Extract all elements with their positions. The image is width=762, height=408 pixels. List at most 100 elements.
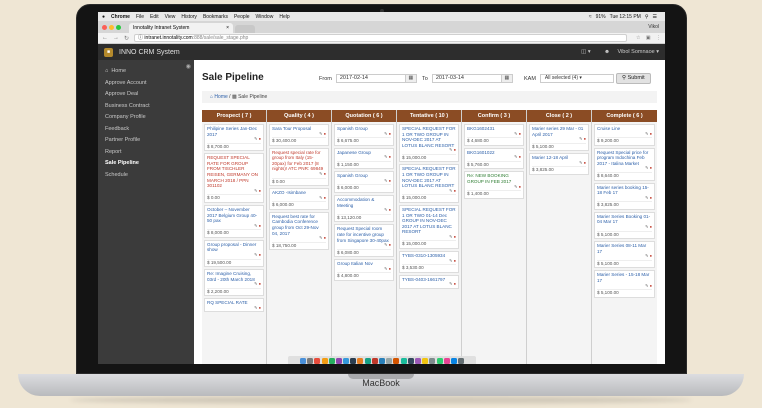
clock[interactable]: Tue 12:15 PM (610, 14, 641, 20)
extension-icon[interactable]: ▣ (646, 35, 651, 41)
delete-icon[interactable]: ● (259, 223, 261, 228)
deal-title-link[interactable]: SPECIAL REQUEST FOR 1 OR TWO GROUP IN NO… (402, 166, 456, 188)
deal-card[interactable]: BKG1602431 ✎ ● $ 4,680.00 (464, 124, 524, 146)
delete-icon[interactable]: ● (259, 252, 261, 257)
menubar-item-view[interactable]: View (165, 14, 176, 20)
delete-icon[interactable]: ● (259, 136, 261, 141)
menu-kebab-icon[interactable]: ⋮ (656, 35, 661, 41)
monitor-icon[interactable]: ◫ ▾ (581, 49, 591, 55)
deal-title-link[interactable]: October – November 2017 Belgium Group 40… (207, 207, 261, 224)
edit-icon[interactable]: ✎ (319, 195, 322, 200)
menubar-item-file[interactable]: File (136, 14, 144, 20)
deal-card[interactable]: Re: Imagine Cruising, 03rd - 20th March … (204, 269, 264, 297)
edit-icon[interactable]: ✎ (645, 165, 648, 171)
reload-icon[interactable]: ↻ (124, 35, 129, 42)
deal-card[interactable]: Request special rate for group from Ital… (269, 147, 329, 187)
delete-icon[interactable]: ● (650, 253, 652, 259)
edit-icon[interactable]: ✎ (449, 258, 452, 263)
sidebar-collapse-icon[interactable]: ◉ (186, 63, 191, 70)
spotlight-search-icon[interactable]: ⚲ (645, 14, 649, 20)
deal-title-link[interactable]: Re: Imagine Cruising, 03rd - 20th March … (207, 271, 261, 282)
dock-app-icon[interactable] (335, 357, 342, 364)
sidebar-item-schedule[interactable]: Schedule (98, 170, 194, 182)
user-menu[interactable]: ☻ Vibol Somnaoe ▾ (598, 49, 659, 55)
deal-card[interactable]: October – November 2017 Belgium Group 40… (204, 204, 264, 238)
dock-app-icon[interactable] (343, 357, 350, 364)
deal-card[interactable]: Marier Series Booking 01-04 Mar 17 ✎ ● $ 5… (594, 211, 655, 240)
deal-card[interactable]: Group Italian Nov ✎ ● $ 4,800.00 (334, 259, 394, 281)
dock-app-icon[interactable] (357, 357, 364, 364)
apple-icon[interactable]: ● (102, 14, 105, 20)
calendar-icon[interactable]: ▦ (501, 74, 513, 83)
edit-icon[interactable]: ✎ (579, 160, 582, 165)
sidebar-item-home[interactable]: ⌂ Home (98, 66, 194, 78)
delete-icon[interactable]: ● (259, 305, 261, 310)
deal-card[interactable]: Sara Tour Proposal ✎ ● $ 30,400.00 (269, 124, 329, 146)
deal-card[interactable]: Marier Series 08-11 Mar 17 ✎ ● $ 5,100.00 (594, 241, 655, 269)
sidebar-item-company-profile[interactable]: Company Profile (98, 112, 194, 124)
dock-app-icon[interactable] (386, 357, 393, 364)
deal-title-link[interactable]: Request Special price for program Indoch… (597, 150, 652, 167)
edit-icon[interactable]: ✎ (449, 147, 452, 153)
deal-title-link[interactable]: Marier series booking 15-18 Feb 17 (597, 185, 652, 196)
deal-card[interactable]: SPECIAL REQUEST FOR 1 OR TWO 01-14 Dec G… (399, 204, 459, 249)
calendar-icon[interactable]: ▦ (405, 74, 417, 83)
dock-app-icon[interactable] (407, 357, 414, 364)
deal-title-link[interactable]: Request best rate for Cambodia Conferenc… (272, 214, 326, 236)
delete-icon[interactable]: ● (650, 224, 652, 229)
edit-icon[interactable]: ✎ (645, 131, 648, 136)
edit-icon[interactable]: ✎ (319, 235, 322, 240)
deal-card[interactable]: BKG1601022 ✎ ● $ 5,760.00 (464, 147, 524, 170)
edit-icon[interactable]: ✎ (514, 131, 517, 136)
deal-card[interactable]: Cruise Line ✎ ● $ 9,200.00 (594, 124, 655, 146)
menubar-item-history[interactable]: History (181, 14, 197, 20)
edit-icon[interactable]: ✎ (514, 154, 517, 160)
deal-card[interactable]: AKZO -Isimbane ✎ ● $ 6,000.00 (269, 188, 329, 210)
sidebar-item-feedback[interactable]: Feedback (98, 124, 194, 136)
sidebar-item-partner-profile[interactable]: Partner Profile (98, 135, 194, 147)
deal-card[interactable]: Philipine Series Jan-Dec 2017 ✎ ● $ 8,700.… (204, 124, 264, 152)
notification-list-icon[interactable]: ☰ (653, 14, 657, 20)
edit-icon[interactable]: ✎ (645, 253, 648, 259)
delete-icon[interactable]: ● (519, 131, 521, 136)
deal-title-link[interactable]: Marier Series Booking 01-04 Mar 17 (597, 214, 652, 225)
deal-title-link[interactable]: Marier series 29 Mar - 01 April 2017 (532, 126, 586, 137)
sidebar-item-report[interactable]: Report (98, 147, 194, 159)
deal-card[interactable]: Marier series 29 Mar - 01 April 2017 ✎ ● $… (529, 124, 589, 152)
dock-app-icon[interactable] (436, 357, 443, 364)
edit-icon[interactable]: ✎ (384, 131, 387, 136)
edit-icon[interactable]: ✎ (384, 154, 387, 160)
delete-icon[interactable]: ● (324, 195, 326, 200)
menubar-item-window[interactable]: Window (256, 14, 274, 20)
edit-icon[interactable]: ✎ (645, 224, 648, 229)
deal-title-link[interactable]: SPECIAL REQUEST FOR 1 OR TWO GROUP IN NO… (402, 126, 456, 148)
deal-card[interactable]: RQ SPECIAL RATE ✎ ● (204, 298, 264, 313)
edit-icon[interactable]: ✎ (254, 305, 257, 310)
dock-app-icon[interactable] (328, 357, 335, 364)
edit-icon[interactable]: ✎ (254, 223, 257, 228)
menubar-item-help[interactable]: Help (279, 14, 289, 20)
deal-card[interactable]: Japanese Group ✎ ● $ 1,150.00 (334, 147, 394, 170)
dock-app-icon[interactable] (429, 357, 436, 364)
dock-app-icon[interactable] (321, 357, 328, 364)
dock-app-icon[interactable] (400, 357, 407, 364)
menubar-app-name[interactable]: Chrome (111, 14, 130, 20)
edit-icon[interactable]: ✎ (449, 188, 452, 193)
delete-icon[interactable]: ● (259, 281, 261, 287)
delete-icon[interactable]: ● (389, 154, 391, 160)
deal-card[interactable]: Marier 12-18 April ✎ ● $ 3,825.00 (529, 153, 589, 175)
delete-icon[interactable]: ● (324, 171, 326, 176)
deal-card[interactable]: TYBS-0403-1661797 ✎ ● (399, 274, 459, 289)
dock-app-icon[interactable] (414, 357, 421, 364)
breadcrumb-home[interactable]: ⌂ Home (210, 94, 228, 100)
delete-icon[interactable]: ● (650, 165, 652, 171)
deal-title-link[interactable]: Accommodation & Meeting (337, 197, 391, 208)
deal-title-link[interactable]: Request special rate for group from Ital… (272, 150, 326, 172)
menubar-item-bookmarks[interactable]: Bookmarks (203, 14, 228, 20)
dock-app-icon[interactable] (350, 357, 357, 364)
deal-title-link[interactable]: Philipine Series Jan-Dec 2017 (207, 126, 261, 137)
app-brand[interactable]: INNO CRM System (119, 49, 180, 56)
minimize-window-button[interactable] (109, 24, 114, 30)
delete-icon[interactable]: ● (584, 136, 586, 141)
deal-card[interactable]: Marier Series - 15-18 Mar 17 ✎ ● $ 5,100.0… (594, 270, 655, 298)
